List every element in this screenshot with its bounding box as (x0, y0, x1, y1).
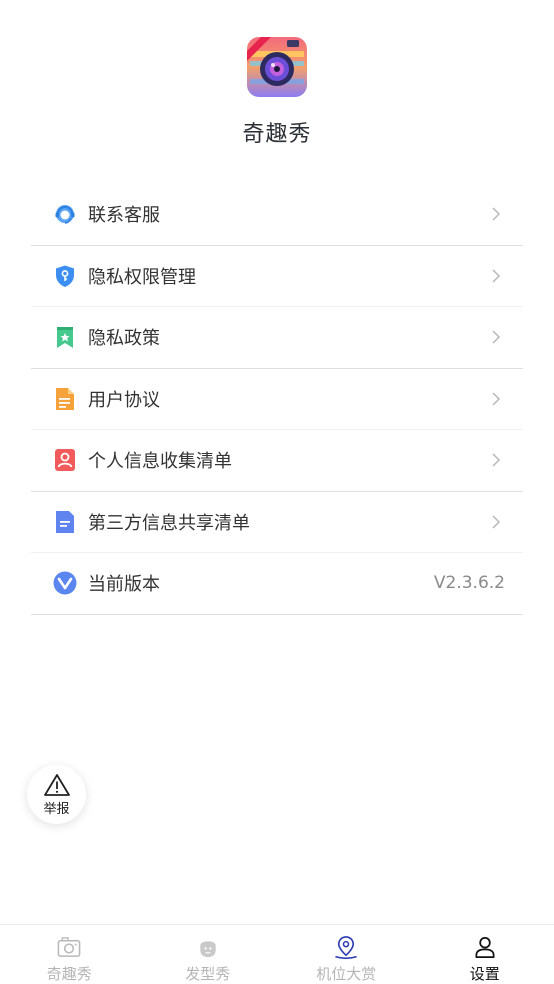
menu-label: 当前版本 (88, 574, 160, 596)
settings-page: 奇趣秀 联系客服 隐私权限管理 隐私政策 用户协议 个人信息收集清单 第三方信息… (0, 0, 554, 984)
menu-label: 第三方信息共享清单 (88, 512, 250, 534)
chevron-right-icon (492, 453, 501, 467)
shield-key-icon (56, 265, 74, 287)
menu-item-privacy-policy[interactable]: 隐私政策 (31, 307, 523, 369)
version-value: V2.3.6.2 (433, 573, 505, 594)
chevron-right-icon (492, 515, 501, 529)
user-card-icon (55, 449, 75, 472)
menu-item-third-party-list[interactable]: 第三方信息共享清单 (31, 492, 523, 553)
nav-label: 发型秀 (185, 965, 231, 983)
menu-item-privacy-permissions[interactable]: 隐私权限管理 (31, 246, 523, 307)
menu-label: 隐私权限管理 (88, 266, 196, 288)
file-list-icon (56, 510, 74, 533)
camera-icon (57, 937, 81, 957)
chevron-right-icon (492, 269, 501, 283)
menu-item-current-version[interactable]: 当前版本 V2.3.6.2 (31, 553, 523, 615)
app-title: 奇趣秀 (242, 122, 312, 147)
nav-tab-qiqu-xiu[interactable]: 奇趣秀 (0, 925, 139, 984)
nav-tab-settings[interactable]: 设置 (416, 925, 554, 984)
nav-tab-spots[interactable]: 机位大赏 (277, 925, 416, 984)
app-logo-icon (247, 37, 307, 97)
menu-item-contact-service[interactable]: 联系客服 (31, 184, 523, 246)
user-icon (475, 937, 495, 958)
version-icon (53, 571, 77, 595)
nav-label: 奇趣秀 (46, 965, 92, 983)
document-icon (56, 387, 74, 410)
report-label: 举报 (43, 801, 70, 817)
menu-label: 用户协议 (88, 389, 160, 411)
nav-tab-hairstyle[interactable]: 发型秀 (139, 925, 278, 984)
menu-item-user-agreement[interactable]: 用户协议 (31, 369, 523, 430)
menu-item-personal-info-list[interactable]: 个人信息收集清单 (31, 430, 523, 492)
report-button[interactable]: 举报 (27, 765, 86, 824)
menu-label: 隐私政策 (88, 328, 160, 350)
warning-icon (43, 773, 70, 796)
nav-label: 机位大赏 (316, 965, 377, 983)
chevron-right-icon (492, 330, 501, 344)
face-icon (200, 941, 216, 958)
chevron-right-icon (492, 392, 501, 406)
bottom-nav: 奇趣秀 发型秀 机位大赏 设置 (0, 924, 554, 984)
nav-label: 设置 (469, 965, 500, 983)
settings-menu: 联系客服 隐私权限管理 隐私政策 用户协议 个人信息收集清单 第三方信息共享清单… (31, 184, 523, 615)
menu-label: 联系客服 (88, 205, 160, 227)
chevron-right-icon (492, 207, 501, 221)
customer-service-icon (55, 205, 75, 224)
menu-label: 个人信息收集清单 (88, 451, 232, 473)
bookmark-star-icon (57, 327, 73, 349)
location-pin-icon (335, 936, 358, 960)
